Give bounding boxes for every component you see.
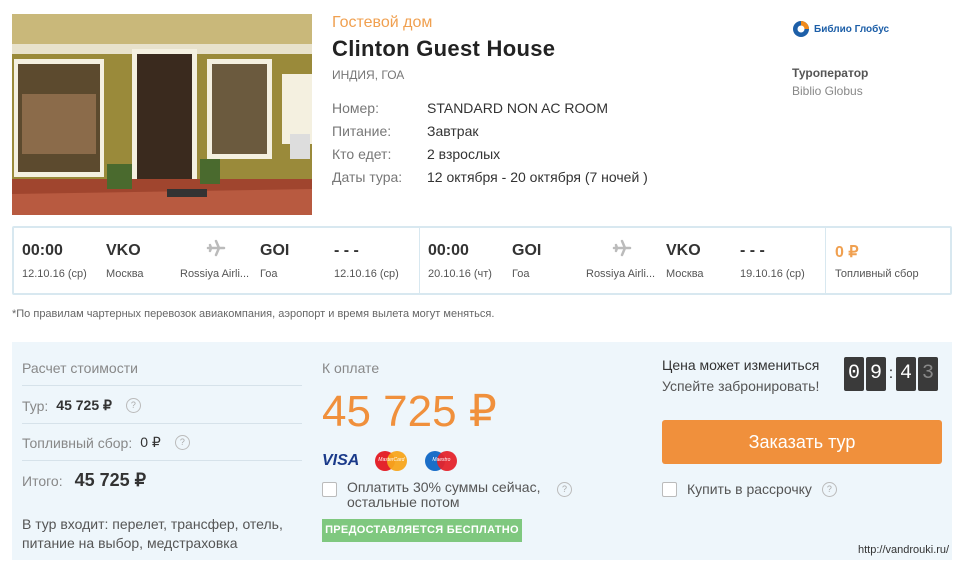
- fuel-row: Топливный сбор: 0 ₽ ?: [22, 434, 190, 451]
- plane-icon: [206, 238, 226, 263]
- meal-value: Завтрак: [427, 123, 479, 139]
- from-city: Москва: [106, 268, 144, 280]
- from-code: GOI: [512, 242, 542, 259]
- countdown-timer: 0 9 : 4 3: [844, 357, 938, 391]
- total-label: Итого:: [22, 472, 63, 489]
- calc-title: Расчет стоимости: [22, 360, 138, 376]
- order-tour-button[interactable]: Заказать тур: [662, 420, 942, 464]
- fuel-box: 0 ₽ Топливный сбор: [826, 228, 950, 293]
- travellers-label: Кто едет:: [332, 146, 392, 162]
- visa-logo: VISA: [322, 452, 360, 469]
- timer-digit: 9: [866, 357, 886, 391]
- fuel-box-label: Топливный сбор: [835, 268, 919, 280]
- card-logos: VISA MasterCard Maestro: [322, 450, 459, 472]
- dates-label: Даты тура:: [332, 169, 403, 185]
- timer-digit: 0: [844, 357, 864, 391]
- hotel-location: ИНДИЯ, ГОА: [332, 68, 405, 82]
- dep-date: 12.10.16 (ср): [22, 268, 87, 280]
- timer-digit: 4: [896, 357, 916, 391]
- installment-checkbox[interactable]: [662, 481, 677, 497]
- fuel-value: 0 ₽: [140, 434, 161, 450]
- timer-digit: 3: [918, 357, 938, 391]
- dates-value: 12 октября - 20 октября (7 ночей ): [427, 169, 648, 185]
- mastercard-text: MasterCard: [378, 457, 405, 463]
- partial-pay-checkbox[interactable]: [322, 482, 337, 497]
- to-code: VKO: [666, 242, 701, 259]
- room-label: Номер:: [332, 100, 379, 116]
- flight-return: 00:00 20.10.16 (чт) GOI Гоа Rossiya Airl…: [420, 228, 826, 293]
- divider: [22, 423, 302, 424]
- arr-date: 12.10.16 (ср): [334, 268, 399, 280]
- hotel-type: Гостевой дом: [332, 14, 433, 31]
- operator-logo: Библио Глобус: [792, 20, 889, 38]
- globe-logo-icon: [793, 21, 809, 37]
- fuel-label: Топливный сбор:: [22, 434, 133, 451]
- meal-label: Питание:: [332, 123, 392, 139]
- arr-date: 19.10.16 (ср): [740, 268, 805, 280]
- dep-date: 20.10.16 (чт): [428, 268, 492, 280]
- timer-line2: Успейте забронировать!: [662, 378, 820, 394]
- hotel-name[interactable]: Clinton Guest House: [332, 36, 555, 62]
- total-value: 45 725 ₽: [74, 470, 147, 490]
- flight-outbound: 00:00 12.10.16 (ср) VKO Москва Rossiya A…: [14, 228, 420, 293]
- total-row: Итого: 45 725 ₽: [22, 470, 146, 491]
- dep-time: 00:00: [428, 242, 469, 259]
- airline: Rossiya Airli...: [586, 268, 656, 280]
- free-badge: ПРЕДОСТАВЛЯЕТСЯ БЕСПЛАТНО: [322, 519, 522, 542]
- travellers-value: 2 взрослых: [427, 146, 501, 162]
- from-city: Гоа: [512, 268, 530, 280]
- to-code: GOI: [260, 242, 290, 259]
- maestro-text: Maestro: [432, 457, 451, 463]
- room-value: STANDARD NON AC ROOM: [427, 100, 608, 116]
- pay-amount: 45 725 ₽: [322, 387, 497, 436]
- installment-label: Купить в рассрочку: [687, 481, 812, 497]
- dep-time: 00:00: [22, 242, 63, 259]
- to-city: Москва: [666, 268, 704, 280]
- plane-icon: [612, 238, 632, 263]
- timer-colon: :: [888, 365, 894, 382]
- arr-time: - - -: [334, 242, 359, 259]
- pay-label: К оплате: [322, 360, 380, 376]
- includes-text: В тур входит: перелет, трансфер, отель, …: [22, 516, 283, 551]
- fuel-box-value: 0 ₽: [835, 244, 859, 261]
- info-icon[interactable]: ?: [821, 481, 837, 497]
- info-icon[interactable]: ?: [174, 435, 190, 450]
- flights-box: 00:00 12.10.16 (ср) VKO Москва Rossiya A…: [12, 226, 952, 295]
- tour-value: 45 725 ₽: [56, 397, 112, 413]
- installment-option[interactable]: Купить в рассрочку ?: [662, 481, 837, 497]
- divider: [22, 460, 302, 461]
- info-icon[interactable]: ?: [125, 398, 141, 413]
- to-city: Гоа: [260, 268, 278, 280]
- info-icon[interactable]: ?: [557, 482, 572, 497]
- partial-pay-option[interactable]: Оплатить 30% суммы сейчас, остальные пот…: [322, 480, 572, 510]
- tour-row: Тур: 45 725 ₽ ?: [22, 397, 141, 414]
- charter-note: *По правилам чартерных перевозок авиаком…: [12, 308, 495, 320]
- arr-time: - - -: [740, 242, 765, 259]
- operator-label: Туроператор: [792, 66, 869, 80]
- operator-logo-text: Библио Глобус: [814, 23, 890, 35]
- partial-pay-label: Оплатить 30% суммы сейчас, остальные пот…: [347, 479, 541, 510]
- timer-line1: Цена может измениться: [662, 357, 820, 373]
- airline: Rossiya Airli...: [180, 268, 250, 280]
- maestro-logo: Maestro: [423, 450, 459, 472]
- from-code: VKO: [106, 242, 141, 259]
- tour-label: Тур:: [22, 397, 49, 414]
- operator-name: Biblio Globus: [792, 84, 863, 98]
- hotel-photo[interactable]: [12, 14, 312, 215]
- mastercard-logo: MasterCard: [373, 450, 409, 472]
- watermark-url: http://vandrouki.ru/: [858, 544, 950, 556]
- divider: [22, 385, 302, 386]
